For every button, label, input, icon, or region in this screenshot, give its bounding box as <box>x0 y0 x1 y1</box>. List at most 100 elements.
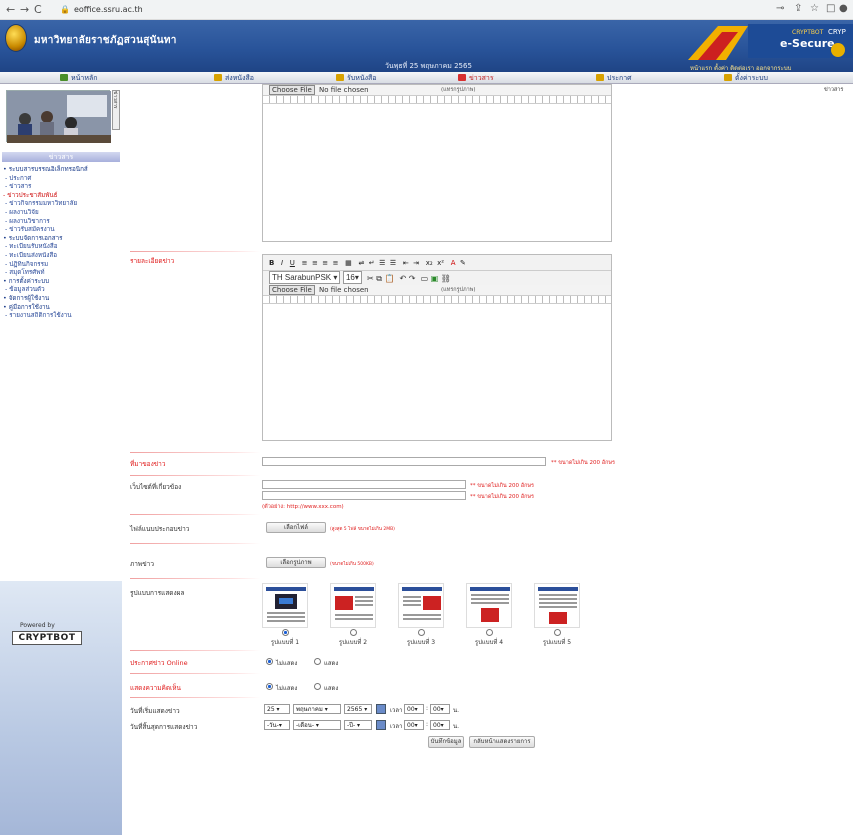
linebreak-icon[interactable]: ↵ <box>369 259 375 267</box>
comment-radio-off[interactable] <box>266 683 273 690</box>
attach-button[interactable]: เลือกไฟล์ <box>266 522 326 533</box>
sidebar-item[interactable]: - สมุดโทรศัพท์ <box>3 269 121 278</box>
superscript-icon[interactable]: x² <box>437 259 444 267</box>
share-icon[interactable]: ⇪ <box>794 3 802 14</box>
start-month-select[interactable]: พฤษภาคม ▾ <box>293 704 341 714</box>
underline-icon[interactable]: U <box>290 259 295 267</box>
bold-icon[interactable]: B <box>269 259 274 267</box>
end-min-select[interactable]: 00▾ <box>430 720 450 730</box>
end-hour-select[interactable]: 00▾ <box>404 720 424 730</box>
sidebar-item[interactable]: - ข่าวสาร <box>3 183 121 192</box>
reload-icon[interactable]: C <box>34 3 42 17</box>
link-icon[interactable]: ⛓ <box>441 274 451 283</box>
redo-icon[interactable]: ↷ <box>409 274 416 283</box>
save-button[interactable]: บันทึกข้อมูล <box>428 736 464 748</box>
align-left-icon[interactable]: ≡ <box>302 259 308 267</box>
rich-text-editor-2[interactable]: B I U ≡ ≡ ≡ ≡ ▦ ⇌ ↵ ☰ ☰ ⇤ ⇥ x₂ x² A ✎ TH… <box>262 254 612 441</box>
layout-thumbnail[interactable] <box>398 583 444 628</box>
rich-text-editor-1[interactable]: Choose File No file chosen (แทรกรูปภาพ) <box>262 84 612 242</box>
layout-radio[interactable] <box>486 629 493 636</box>
insert-row-icon[interactable]: ⇌ <box>358 259 364 267</box>
highlight-icon[interactable]: ✎ <box>460 259 466 267</box>
subscript-icon[interactable]: x₂ <box>426 259 433 267</box>
source-input[interactable] <box>262 457 546 466</box>
end-year-select[interactable]: -ปี- ▾ <box>344 720 372 730</box>
cryptbot-logo[interactable]: CRYPTBOT <box>12 631 82 645</box>
back-icon[interactable]: ← <box>6 3 15 17</box>
forward-icon[interactable]: → <box>20 3 29 17</box>
key-icon[interactable]: ⊸ <box>776 3 784 14</box>
menu-item-news[interactable]: ข่าวสาร <box>458 73 494 84</box>
layout-radio[interactable] <box>350 629 357 636</box>
menu-item-send[interactable]: ส่งหนังสือ <box>214 73 254 84</box>
bullet-list-icon[interactable]: ☰ <box>379 259 385 267</box>
sidebar-item[interactable]: • คู่มือการใช้งาน <box>3 304 121 313</box>
outdent-icon[interactable]: ⇤ <box>403 259 409 267</box>
sidebar-item[interactable]: - ข่าวรับสมัครงาน <box>3 226 121 235</box>
image-icon[interactable]: ▣ <box>431 274 439 283</box>
menu-item-home[interactable]: หน้าหลัก <box>60 73 97 84</box>
layout-thumbnail[interactable] <box>330 583 376 628</box>
layout-radio[interactable] <box>418 629 425 636</box>
profile-icon[interactable]: ● <box>839 3 848 14</box>
attach-label: ไฟล์แนบประกอบข่าว <box>130 525 190 533</box>
fullscreen-icon[interactable]: ▭ <box>421 274 429 283</box>
start-hour-select[interactable]: 00▾ <box>404 704 424 714</box>
font-color-icon[interactable]: A <box>451 259 456 267</box>
link-input-1[interactable] <box>262 480 466 489</box>
back-to-list-button[interactable]: กลับหน้าแสดงรายการ <box>469 736 535 748</box>
align-center-icon[interactable]: ≡ <box>312 259 318 267</box>
separator <box>130 475 260 476</box>
menu-item-announce[interactable]: ประกาศ <box>596 73 632 84</box>
end-month-select[interactable]: -เดือน- ▾ <box>293 720 341 730</box>
copy-icon[interactable]: ⧉ <box>376 274 382 283</box>
layout-thumbnail[interactable] <box>534 583 580 628</box>
menu-item-settings[interactable]: ตั้งค่าระบบ <box>724 73 768 84</box>
sidebar-item[interactable]: - ทะเบียนรับหนังสือ <box>3 243 121 252</box>
align-right-icon[interactable]: ≡ <box>322 259 328 267</box>
sidebar-item[interactable]: - ประกาศ <box>3 175 121 184</box>
start-day-select[interactable]: 25 ▾ <box>264 704 290 714</box>
sidebar-item[interactable]: - รายงานสถิติการใช้งาน <box>3 312 121 321</box>
sidebar-item[interactable]: - ข่าวกิจกรรมมหาวิทยาลัย <box>3 200 121 209</box>
choose-file-button[interactable]: Choose File <box>269 285 315 295</box>
image-button[interactable]: เลือกรูปภาพ <box>266 557 326 568</box>
paste-icon[interactable]: 📋 <box>384 274 394 283</box>
sidebar-vertical-tab[interactable]: ข่าวสาร <box>112 90 120 130</box>
layout-thumbnail[interactable] <box>262 583 308 628</box>
end-day-select[interactable]: -วัน-▾ <box>264 720 290 730</box>
sidebar-item[interactable]: - ข้อมูลส่วนตัว <box>3 286 121 295</box>
start-min-select[interactable]: 00▾ <box>430 704 450 714</box>
sidebar-item[interactable]: • จัดการผู้ใช้งาน <box>3 295 121 304</box>
choose-file-button[interactable]: Choose File <box>269 85 315 95</box>
indent-icon[interactable]: ⇥ <box>413 259 419 267</box>
start-year-select[interactable]: 2565 ▾ <box>344 704 372 714</box>
address-bar[interactable]: 🔒 eoffice.ssru.ac.th <box>60 3 660 17</box>
layout-thumbnail[interactable] <box>466 583 512 628</box>
undo-icon[interactable]: ↶ <box>400 274 407 283</box>
table-icon[interactable]: ▦ <box>345 259 352 267</box>
sidebar-item[interactable]: - ปฏิทินกิจกรรม <box>3 261 121 270</box>
calendar-icon[interactable] <box>376 720 386 730</box>
link-hint: (ตัวอย่าง: http://www.xxx.com) <box>262 504 344 510</box>
layout-radio[interactable] <box>282 629 289 636</box>
sidebar-item[interactable]: - ผลงานวิชาการ <box>3 218 121 227</box>
sidebar-item[interactable]: - ผลงานวิจัย <box>3 209 121 218</box>
cut-icon[interactable]: ✂ <box>367 274 374 283</box>
justify-icon[interactable]: ≡ <box>333 259 339 267</box>
sidebar-item[interactable]: • ระบบสารบรรณอิเล็กทรอนิกส์ <box>3 166 121 175</box>
comment-radio-on[interactable] <box>314 683 321 690</box>
link-input-2[interactable] <box>262 491 466 500</box>
star-icon[interactable]: ☆ <box>810 3 819 14</box>
font-name-select[interactable]: TH SarabunPSK ▾ <box>269 271 341 284</box>
window-icon[interactable]: □ <box>826 3 835 14</box>
menu-item-receive[interactable]: รับหนังสือ <box>336 73 377 84</box>
italic-icon[interactable]: I <box>281 259 283 267</box>
sidebar-item[interactable]: - ทะเบียนส่งหนังสือ <box>3 252 121 261</box>
layout-radio[interactable] <box>554 629 561 636</box>
font-size-select[interactable]: 16▾ <box>342 271 362 284</box>
online-radio-on[interactable] <box>314 658 321 665</box>
number-list-icon[interactable]: ☰ <box>390 259 396 267</box>
calendar-icon[interactable] <box>376 704 386 714</box>
online-radio-off[interactable] <box>266 658 273 665</box>
